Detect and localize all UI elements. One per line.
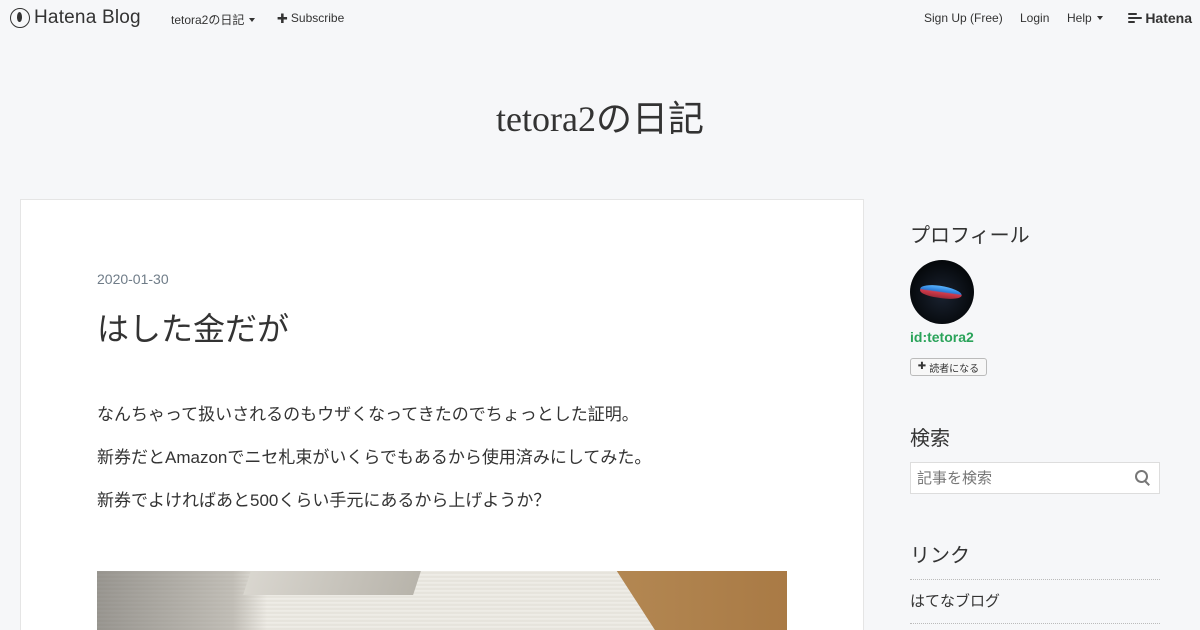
hatena-blog-logo[interactable]: Hatena Blog xyxy=(10,6,141,30)
brand-label: Hatena xyxy=(1145,10,1192,26)
fish-icon xyxy=(919,283,963,301)
signup-label: Sign Up (Free) xyxy=(924,11,1003,25)
blog-menu-label: tetora2の日記 xyxy=(171,13,245,27)
search-input[interactable] xyxy=(911,463,1131,493)
help-label: Help xyxy=(1067,11,1092,25)
login-link[interactable]: Login xyxy=(1020,11,1049,25)
become-reader-button[interactable]: ✚ 読者になる xyxy=(910,358,987,376)
link-list: はてなブログ xyxy=(910,579,1160,624)
profile-heading: プロフィール xyxy=(910,225,1030,247)
plus-icon: ✚ xyxy=(277,10,288,26)
links-heading: リンク xyxy=(910,545,970,567)
avatar[interactable] xyxy=(910,260,974,324)
reader-button-label: 読者になる xyxy=(929,363,980,375)
entry-title[interactable]: はした金だが xyxy=(97,304,289,350)
logo-text: Hatena Blog xyxy=(34,7,141,28)
hatena-brand-link[interactable]: Hatena xyxy=(1128,10,1192,26)
profile-id-link[interactable]: id:tetora2 xyxy=(910,329,974,345)
hatena-brand-icon xyxy=(1128,13,1143,23)
entry-body: なんちゃって扱いされるのもウザくなってきたのでちょっとした証明。 新券だとAma… xyxy=(97,402,797,531)
search-icon[interactable] xyxy=(1135,470,1151,486)
global-header: Hatena Blog tetora2の日記 ✚ Subscribe Sign … xyxy=(0,0,1200,36)
entry-photo[interactable] xyxy=(97,571,787,630)
photo-shadow xyxy=(97,571,267,630)
blog-title[interactable]: tetora2の日記 xyxy=(0,90,1200,142)
entry-paragraph: なんちゃって扱いされるのもウザくなってきたのでちょっとした証明。 xyxy=(97,405,639,424)
help-dropdown[interactable]: Help xyxy=(1067,11,1103,25)
sidebar: プロフィール id:tetora2 ✚ 読者になる 検索 リンク はてなブログ xyxy=(910,219,1160,624)
caret-down-icon xyxy=(1096,16,1103,20)
search-form xyxy=(910,462,1160,494)
subscribe-button[interactable]: ✚ Subscribe xyxy=(277,11,344,25)
search-heading: 検索 xyxy=(910,428,950,450)
caret-down-icon xyxy=(249,17,256,22)
entry-date[interactable]: 2020-01-30 xyxy=(97,271,169,287)
hatena-blog-logo-icon xyxy=(10,8,30,28)
link-item-hatena-blog[interactable]: はてなブログ xyxy=(910,580,1160,624)
entry-paragraph: 新券だとAmazonでニセ札束がいくらでもあるから使用済みにしてみた。 xyxy=(97,448,652,467)
plus-icon: ✚ xyxy=(917,361,927,372)
login-label: Login xyxy=(1020,11,1050,25)
entry-paragraph: 新券でよければあと500くらい手元にあるから上げようか？ xyxy=(97,491,551,510)
subscribe-label: Subscribe xyxy=(290,11,345,25)
banknote-band xyxy=(243,571,421,595)
signup-link[interactable]: Sign Up (Free) xyxy=(924,11,1003,25)
blog-menu-dropdown[interactable]: tetora2の日記 xyxy=(171,11,256,28)
entry-article: 2020-01-30 はした金だが なんちゃって扱いされるのもウザくなってきたの… xyxy=(20,199,864,630)
